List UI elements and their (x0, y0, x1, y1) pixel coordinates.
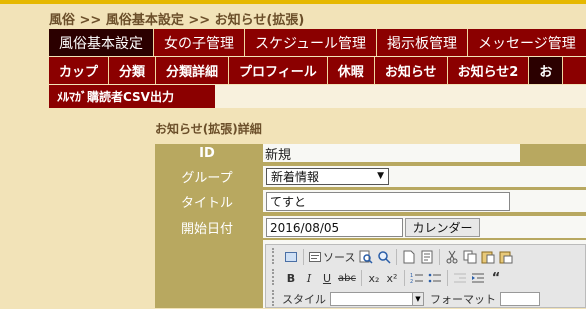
toolbar-divider (446, 270, 448, 286)
top-accent-bar (0, 0, 586, 4)
nav-item-profile[interactable]: プロフィール (229, 57, 328, 84)
group-select[interactable]: 新着情報 ▼ (266, 168, 389, 185)
id-label: ID (199, 145, 215, 161)
style-select[interactable]: ▼ (330, 292, 424, 306)
primary-nav: 風俗基本設定 女の子管理 スケジュール管理 掲示板管理 メッセージ管理 (49, 29, 586, 56)
nav-item-category-detail[interactable]: 分類詳細 (156, 57, 230, 84)
section-title: お知らせ(拡張)詳細 (155, 122, 262, 136)
id-value: 新規 (263, 144, 520, 163)
nav-filler (215, 85, 586, 108)
cut-icon[interactable] (443, 248, 461, 266)
source-icon (309, 252, 321, 262)
editor-toolbar-row-2: B I U abc x₂ x² 12 “ (282, 268, 505, 288)
source-button[interactable]: ソース (307, 248, 357, 266)
secondary-nav: カップ 分類 分類詳細 プロフィール 休暇 お知らせ お知らせ2 お (49, 57, 586, 84)
bold-button[interactable]: B (282, 269, 300, 287)
editor-toolbar-row-1: ソース (282, 247, 515, 267)
style-label: スタイル (282, 293, 326, 306)
toolbar-grip (272, 269, 278, 285)
nav-item-fuzoku-basic[interactable]: 風俗基本設定 (49, 29, 154, 56)
toolbar-grip (272, 248, 278, 264)
detail-form: ID 新規 グループ 新着情報 ▼ タイトル てすと 開始日付 2016/08/… (155, 144, 586, 308)
superscript-button[interactable]: x² (383, 269, 401, 287)
nav-item-schedule[interactable]: スケジュール管理 (245, 29, 378, 56)
new-page-icon[interactable] (400, 248, 418, 266)
format-select[interactable] (500, 292, 540, 306)
rich-text-editor: ソース B I U abc x₂ x² 1 2 “ スタイル ▼ フォーマット (265, 244, 586, 308)
toolbar-divider (360, 270, 362, 286)
nav-item-board[interactable]: 掲示板管理 (377, 29, 469, 56)
outdent-icon[interactable] (451, 269, 469, 287)
find-icon[interactable] (357, 248, 375, 266)
blockquote-icon[interactable]: “ (487, 269, 505, 287)
nav-item-girls[interactable]: 女の子管理 (154, 29, 245, 56)
toolbar-divider (439, 249, 441, 265)
copy-icon[interactable] (461, 248, 479, 266)
title-input[interactable]: てすと (266, 192, 510, 211)
toolbar-divider (403, 270, 405, 286)
body-label (155, 240, 259, 308)
source-label: ソース (323, 251, 356, 264)
italic-button[interactable]: I (300, 269, 318, 287)
toolbar-divider (303, 249, 304, 265)
form-row-id: ID 新規 (155, 144, 586, 163)
nav-item-notice-ext[interactable]: お (529, 57, 564, 84)
date-input[interactable]: 2016/08/05 (266, 218, 403, 237)
tertiary-nav: ﾒﾙﾏｶﾞ購読者CSV出力 (49, 85, 215, 108)
toolbar-divider (396, 249, 398, 265)
form-row-date: 開始日付 2016/08/05 カレンダー (155, 216, 586, 238)
nav-item-mailmag-csv[interactable]: ﾒﾙﾏｶﾞ購読者CSV出力 (49, 85, 182, 108)
numbered-list-icon[interactable]: 12 (408, 269, 426, 287)
nav-item-category[interactable]: 分類 (109, 57, 157, 84)
bulleted-list-icon[interactable] (426, 269, 444, 287)
breadcrumb: 風俗 >> 風俗基本設定 >> お知らせ(拡張) (49, 13, 305, 28)
template-icon[interactable] (418, 248, 436, 266)
form-row-group: グループ 新着情報 ▼ (155, 166, 586, 187)
subscript-button[interactable]: x₂ (365, 269, 383, 287)
toolbar-grip (272, 290, 278, 306)
svg-text:2: 2 (410, 279, 413, 284)
nav-item-holiday[interactable]: 休暇 (328, 57, 375, 84)
indent-icon[interactable] (469, 269, 487, 287)
preview-icon[interactable] (282, 248, 300, 266)
calendar-button[interactable]: カレンダー (405, 218, 480, 237)
underline-button[interactable]: U (318, 269, 336, 287)
group-select-value: 新着情報 (271, 170, 320, 184)
paste-icon[interactable] (479, 248, 497, 266)
chevron-down-icon: ▼ (377, 171, 384, 181)
nav-item-notice[interactable]: お知らせ (375, 57, 448, 84)
group-label: グループ (181, 171, 233, 186)
chevron-down-icon: ▼ (412, 293, 423, 305)
nav-item-notice2[interactable]: お知らせ2 (448, 57, 530, 84)
paste-text-icon[interactable] (497, 248, 515, 266)
strike-button[interactable]: abc (336, 269, 358, 287)
nav-item-message[interactable]: メッセージ管理 (468, 29, 586, 56)
date-label: 開始日付 (180, 221, 233, 237)
form-row-title: タイトル てすと (155, 190, 586, 212)
nav-item-cup[interactable]: カップ (49, 57, 110, 84)
format-label: フォーマット (430, 293, 496, 306)
editor-toolbar-row-3: スタイル ▼ フォーマット (282, 289, 540, 309)
zoom-icon[interactable] (375, 248, 393, 266)
title-label: タイトル (180, 195, 233, 211)
